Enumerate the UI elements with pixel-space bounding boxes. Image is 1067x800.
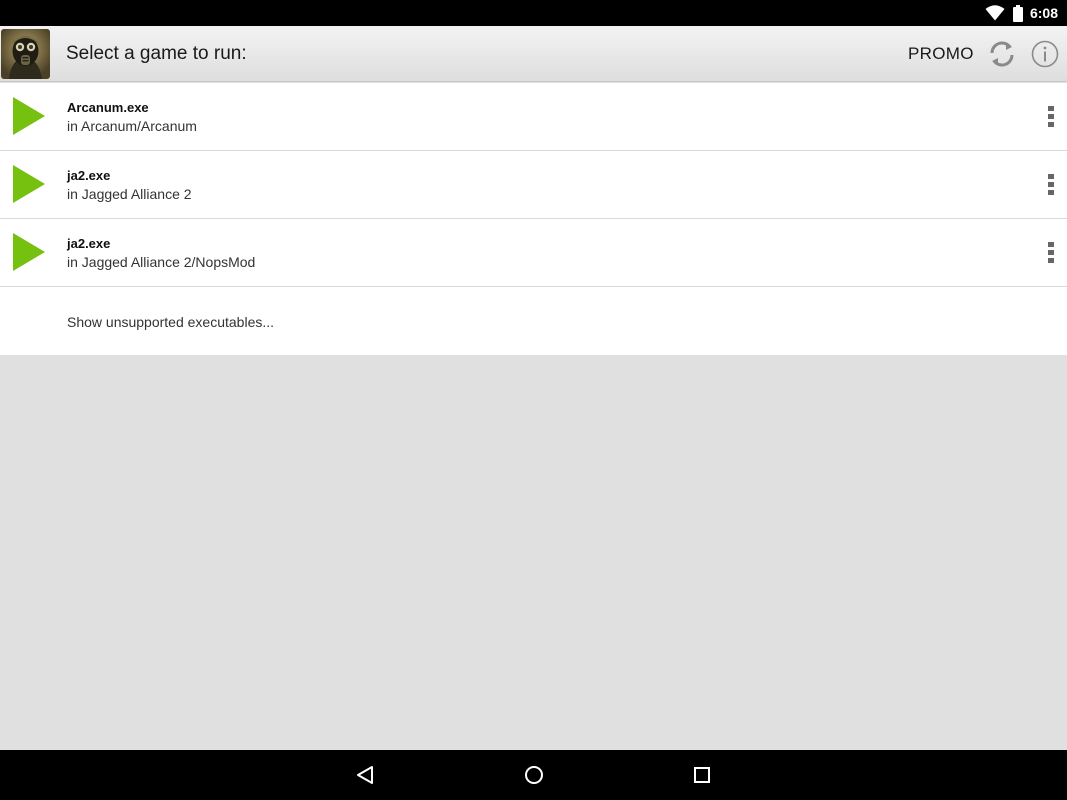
app-avatar[interactable]: [1, 29, 50, 79]
game-list: Arcanum.exe in Arcanum/Arcanum ja2.exe i…: [0, 83, 1067, 355]
action-bar: Select a game to run: PROMO: [0, 26, 1067, 82]
play-icon[interactable]: [13, 233, 45, 271]
show-unsupported-label: Show unsupported executables...: [67, 314, 275, 330]
wifi-icon: [985, 5, 1005, 21]
status-bar: 6:08: [0, 0, 1067, 26]
game-row[interactable]: Arcanum.exe in Arcanum/Arcanum: [0, 83, 1067, 151]
show-unsupported-button[interactable]: Show unsupported executables...: [0, 287, 1067, 355]
battery-icon: [1012, 4, 1023, 22]
game-row[interactable]: ja2.exe in Jagged Alliance 2: [0, 151, 1067, 219]
game-path: in Jagged Alliance 2/NopsMod: [67, 254, 256, 270]
back-icon[interactable]: [353, 763, 377, 787]
page-title: Select a game to run:: [66, 43, 247, 64]
app-screen: 6:08 Select a game to run: PROMO Arcanum…: [0, 0, 1067, 800]
promo-button[interactable]: PROMO: [908, 44, 974, 64]
overflow-menu-icon[interactable]: [1040, 239, 1062, 265]
info-icon[interactable]: [1031, 40, 1059, 68]
clock: 6:08: [1029, 5, 1058, 21]
home-icon[interactable]: [522, 763, 546, 787]
game-row[interactable]: ja2.exe in Jagged Alliance 2/NopsMod: [0, 219, 1067, 287]
play-icon[interactable]: [13, 97, 45, 135]
game-path: in Jagged Alliance 2: [67, 186, 192, 202]
overflow-menu-icon[interactable]: [1040, 103, 1062, 129]
overflow-menu-icon[interactable]: [1040, 171, 1062, 197]
refresh-icon[interactable]: [987, 39, 1017, 69]
gas-mask-avatar-icon: [1, 29, 50, 79]
play-icon[interactable]: [13, 165, 45, 203]
game-path: in Arcanum/Arcanum: [67, 118, 197, 134]
game-name: ja2.exe: [67, 236, 111, 251]
recents-icon[interactable]: [690, 763, 714, 787]
game-name: Arcanum.exe: [67, 100, 149, 115]
navigation-bar: [0, 750, 1067, 800]
game-name: ja2.exe: [67, 168, 111, 183]
